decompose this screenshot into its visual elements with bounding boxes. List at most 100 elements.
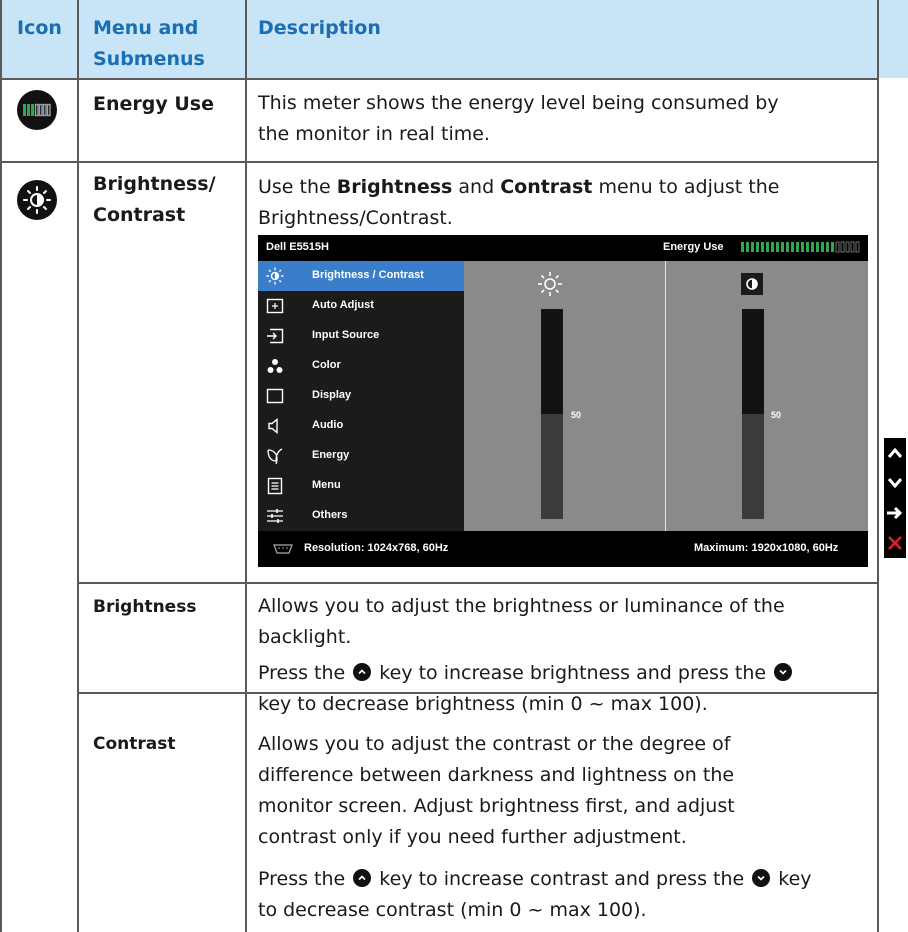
energy-bar-segment bbox=[811, 242, 814, 252]
energy-bar-segment bbox=[776, 242, 779, 252]
bc-desc-line1: Use the Brightness and Contrast menu to … bbox=[258, 176, 780, 198]
energy-bar-segment bbox=[835, 241, 840, 253]
exit-icon bbox=[888, 536, 902, 550]
grid-line-menu bbox=[245, 0, 247, 932]
color-icon bbox=[267, 359, 283, 373]
energy-leaf-icon bbox=[267, 448, 283, 465]
osd-screenshot: Dell E5515H Energy Use Brightness / Cont… bbox=[258, 235, 868, 567]
header-icon: Icon bbox=[17, 17, 62, 39]
contrast-desc-line2: difference between darkness and lightnes… bbox=[258, 764, 735, 786]
osd-adjust-panel: 50 50 bbox=[464, 261, 868, 531]
header-menu-line2: Submenus bbox=[93, 48, 205, 70]
menu-icon bbox=[267, 477, 283, 495]
contrast-value: 50 bbox=[771, 410, 782, 420]
osd-item-label: Auto Adjust bbox=[312, 299, 374, 311]
down-button[interactable] bbox=[884, 468, 906, 498]
energy-bar-segment bbox=[771, 242, 774, 252]
osd-item-input-source[interactable]: Input Source bbox=[258, 321, 464, 351]
menu-contrast: Contrast bbox=[93, 734, 176, 754]
energy-bar-segment bbox=[831, 242, 834, 252]
down-key-icon bbox=[752, 869, 771, 887]
osd-contrast-icon bbox=[741, 273, 763, 295]
energy-bar-segment bbox=[791, 242, 794, 252]
bc-desc-line2: Brightness/Contrast. bbox=[258, 207, 453, 229]
header-description: Description bbox=[258, 17, 381, 39]
contrast-desc-line1: Allows you to adjust the contrast or the… bbox=[258, 733, 731, 755]
energy-bar-segment bbox=[801, 242, 804, 252]
osd-item-label: Menu bbox=[312, 479, 341, 491]
contrast-press-line2: to decrease contrast (min 0 ~ max 100). bbox=[258, 899, 647, 921]
osd-sun-icon bbox=[538, 272, 562, 296]
input-source-icon bbox=[267, 328, 284, 344]
energy-bar-segment bbox=[845, 241, 850, 253]
osd-item-others[interactable]: Others bbox=[258, 501, 464, 531]
brightness-value: 50 bbox=[571, 410, 582, 420]
osd-item-label: Display bbox=[312, 389, 352, 401]
osd-item-label: Energy bbox=[312, 449, 350, 461]
brightness-desc-line2: backlight. bbox=[258, 626, 352, 648]
others-icon bbox=[267, 509, 283, 523]
osd-menu: Brightness / Contrast Auto Adjust Input … bbox=[258, 261, 464, 531]
osd-item-auto-adjust[interactable]: Auto Adjust bbox=[258, 291, 464, 321]
osd-panel-divider bbox=[665, 261, 666, 531]
brightness-icon bbox=[266, 267, 284, 285]
grid-row-line-1 bbox=[0, 78, 879, 80]
grid-line-right bbox=[877, 0, 879, 582]
exit-button[interactable] bbox=[884, 528, 906, 558]
enter-button[interactable] bbox=[884, 498, 906, 528]
osd-energy-label: Energy Use bbox=[663, 241, 724, 253]
energy-bar-segment bbox=[786, 242, 789, 252]
osd-maximum: Maximum: 1920x1080, 60Hz bbox=[694, 542, 839, 554]
energy-bar-segment bbox=[816, 242, 819, 252]
energy-bar-segment bbox=[761, 242, 764, 252]
osd-item-energy[interactable]: Energy bbox=[258, 441, 464, 471]
menu-brightness-contrast-line1: Brightness/ bbox=[93, 173, 216, 195]
grid-row-line-2 bbox=[0, 161, 879, 163]
osd-item-color[interactable]: Color bbox=[258, 351, 464, 381]
energy-bar-segment bbox=[766, 242, 769, 252]
up-button[interactable] bbox=[884, 438, 906, 468]
energy-bar-segment bbox=[741, 242, 744, 252]
energy-bar-segment bbox=[850, 241, 855, 253]
brightness-press-line2: key to decrease brightness (min 0 ~ max … bbox=[258, 693, 708, 715]
auto-adjust-icon bbox=[266, 298, 284, 314]
contrast-slider[interactable] bbox=[742, 309, 764, 519]
energy-bar-segment bbox=[855, 241, 860, 253]
energy-desc-line2: the monitor in real time. bbox=[258, 123, 490, 145]
energy-bar-segment bbox=[796, 242, 799, 252]
energy-bar-segment bbox=[746, 242, 749, 252]
grid-line-right-lower bbox=[877, 582, 879, 932]
contrast-desc-line3: monitor screen. Adjust brightness first,… bbox=[258, 795, 735, 817]
energy-bar-segment bbox=[826, 242, 829, 252]
connector-icon bbox=[273, 544, 293, 554]
osd-energy-meter bbox=[741, 241, 860, 253]
grid-line-left bbox=[0, 0, 2, 932]
osd-item-label: Color bbox=[312, 359, 341, 371]
brightness-desc-line1: Allows you to adjust the brightness or l… bbox=[258, 595, 785, 617]
energy-desc-line1: This meter shows the energy level being … bbox=[258, 92, 779, 114]
energy-bar-segment bbox=[806, 242, 809, 252]
osd-item-label: Others bbox=[312, 509, 348, 521]
osd-item-label: Input Source bbox=[312, 329, 380, 341]
contrast-desc-line4: contrast only if you need further adjust… bbox=[258, 826, 687, 848]
brightness-slider[interactable] bbox=[541, 309, 563, 519]
energy-bar-segment bbox=[756, 242, 759, 252]
energy-bar-segment bbox=[781, 242, 784, 252]
up-icon bbox=[887, 447, 903, 458]
menu-brightness: Brightness bbox=[93, 597, 197, 617]
menu-energy-use: Energy Use bbox=[93, 93, 214, 115]
grid-row-line-3 bbox=[77, 582, 879, 584]
osd-item-menu[interactable]: Menu bbox=[258, 471, 464, 501]
display-icon bbox=[266, 388, 284, 404]
menu-brightness-contrast-line2: Contrast bbox=[93, 204, 186, 226]
osd-item-audio[interactable]: Audio bbox=[258, 411, 464, 441]
osd-item-brightness-contrast[interactable]: Brightness / Contrast bbox=[258, 261, 464, 291]
brightness-press-line1: Press the key to increase brightness and… bbox=[258, 658, 794, 689]
energy-bar-segment bbox=[840, 241, 845, 253]
brightness-contrast-icon bbox=[17, 180, 57, 220]
grid-line-icon bbox=[77, 0, 79, 932]
up-key-icon bbox=[353, 869, 372, 887]
energy-bar-segment bbox=[821, 242, 824, 252]
down-key-icon bbox=[774, 663, 793, 681]
osd-item-display[interactable]: Display bbox=[258, 381, 464, 411]
